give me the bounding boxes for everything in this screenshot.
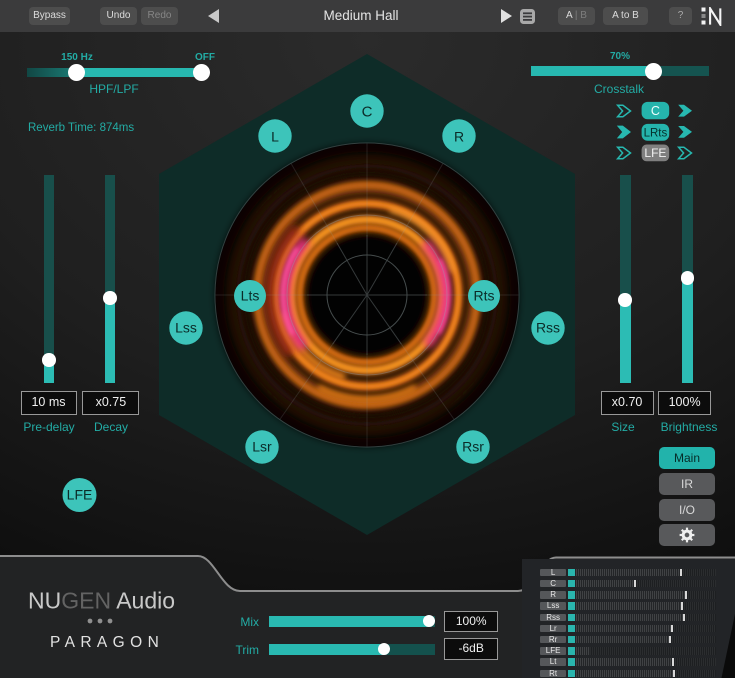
svg-text:Rsr: Rsr (462, 439, 484, 455)
svg-text:Lss: Lss (175, 320, 197, 336)
svg-text:Lsr: Lsr (252, 439, 272, 455)
svg-text:LFE: LFE (644, 146, 666, 160)
svg-text:Lts: Lts (241, 288, 260, 304)
svg-text:NUGEN Audio: NUGEN Audio (28, 588, 175, 614)
svg-text:C: C (362, 104, 373, 121)
svg-text:R: R (454, 129, 464, 145)
svg-text:Rss: Rss (536, 320, 560, 336)
svg-text:C: C (651, 104, 660, 118)
svg-text:Rts: Rts (474, 288, 495, 304)
svg-text:LRts: LRts (644, 127, 668, 139)
svg-text:L: L (271, 129, 279, 145)
svg-text:LFE: LFE (67, 487, 93, 503)
svg-text:PARAGON: PARAGON (50, 634, 164, 651)
